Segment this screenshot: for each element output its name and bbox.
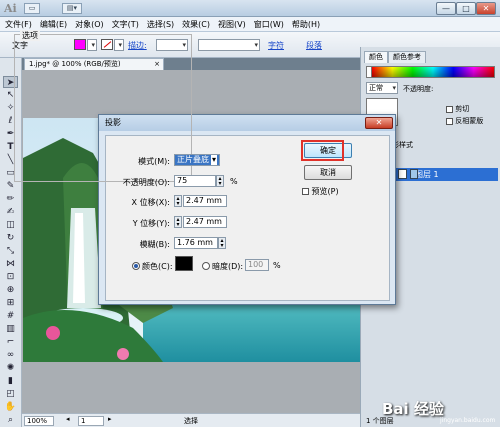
free-transform-tool-icon[interactable]: ⊡ [3, 271, 18, 283]
minimize-button[interactable]: — [436, 2, 456, 15]
title-bar: Ai ▭ ▤▾ — □ ✕ [0, 0, 500, 17]
cancel-button[interactable]: 取消 [304, 165, 352, 180]
preview-checkbox[interactable] [302, 188, 309, 195]
x-offset-label: X 位移(X): [131, 198, 170, 207]
menu-object[interactable]: 对象(O) [71, 17, 108, 32]
zoom-dropdown[interactable]: 100% [24, 416, 54, 426]
next-artboard-icon[interactable]: ▸ [108, 415, 112, 423]
hand-tool-icon[interactable]: ✋ [3, 401, 18, 413]
color-spectrum[interactable] [371, 66, 495, 78]
status-mode[interactable]: 选择 [184, 416, 198, 426]
column-graph-tool-icon[interactable]: ▮ [3, 375, 18, 387]
x-offset-stepper[interactable]: ▴ ▾ [174, 195, 182, 207]
clip-option[interactable]: 剪切 [446, 104, 469, 114]
artboard-number-field[interactable]: 1 [78, 416, 104, 426]
y-offset-label: Y 位移(Y): [132, 219, 170, 228]
paragraph-link[interactable]: 段落 [306, 40, 322, 51]
darkness-unit: % [273, 261, 281, 270]
scale-tool-icon[interactable]: ⤡ [3, 245, 18, 257]
pencil-tool-icon[interactable]: ✏ [3, 193, 18, 205]
transparency-opacity-label: 不透明度: [403, 85, 434, 93]
preview-label: 预览(P) [311, 187, 339, 196]
menu-select[interactable]: 选择(S) [143, 17, 178, 32]
menu-window[interactable]: 窗口(W) [250, 17, 288, 32]
artboard-tool-icon[interactable]: ◰ [3, 388, 18, 400]
blend-tool-icon[interactable]: ∞ [3, 349, 18, 361]
options-group-title: 选项 [20, 30, 40, 41]
eraser-tool-icon[interactable]: ◫ [3, 219, 18, 231]
opacity-input[interactable]: 75 [174, 175, 216, 187]
blur-input[interactable]: 1.76 mm [174, 237, 218, 249]
opacity-stepper[interactable]: ▴ ▾ [216, 175, 224, 187]
y-offset-stepper[interactable]: ▴ ▾ [174, 216, 182, 228]
y-offset-input[interactable]: 2.47 mm [183, 216, 227, 228]
app-logo: Ai [4, 2, 17, 15]
clip-label: 剪切 [455, 105, 470, 113]
baidu-watermark-url: jingyan.baidu.com [440, 417, 496, 424]
blob-brush-tool-icon[interactable]: ✍ [3, 206, 18, 218]
blur-label: 模糊(B): [139, 240, 170, 249]
close-button[interactable]: ✕ [476, 2, 496, 15]
menu-help[interactable]: 帮助(H) [288, 17, 324, 32]
menu-effect[interactable]: 效果(C) [178, 17, 214, 32]
symbol-sprayer-tool-icon[interactable]: ✺ [3, 362, 18, 374]
menu-bar: 文件(F) 编辑(E) 对象(O) 文字(T) 选择(S) 效果(C) 视图(V) 窗口(W)… [0, 17, 500, 32]
mesh-tool-icon[interactable]: # [3, 310, 18, 322]
tab-color-guide[interactable]: 颜色参考 [388, 51, 426, 63]
arrange-documents-icon[interactable]: ▤▾ [62, 3, 82, 14]
color-panel-tabs: 颜色 颜色参考 [364, 51, 426, 63]
maximize-button[interactable]: □ [456, 2, 476, 15]
mode-dropdown[interactable]: 正片叠底 ▾ [174, 154, 220, 166]
character-link[interactable]: 字符 [268, 40, 284, 51]
blur-stepper[interactable]: ▴ ▾ [218, 237, 226, 249]
x-offset-input[interactable]: 2.47 mm [183, 195, 227, 207]
ok-highlight-box [301, 140, 344, 161]
preview-option[interactable]: 预览(P) [302, 186, 339, 197]
blend-mode-dropdown[interactable]: 正常 [366, 82, 398, 94]
invert-mask-option[interactable]: 反相蒙版 [446, 116, 483, 126]
font-family-dropdown[interactable] [198, 39, 260, 51]
bridge-icon[interactable]: ▭ [24, 3, 40, 14]
menu-type[interactable]: 文字(T) [108, 17, 143, 32]
invert-mask-label: 反相蒙版 [455, 117, 484, 125]
status-bar: 100% ◂ 1 ▸ 选择 [22, 413, 360, 427]
mode-label: 模式(M): [138, 157, 170, 166]
menu-view[interactable]: 视图(V) [214, 17, 250, 32]
shadow-color-swatch[interactable] [175, 256, 193, 271]
tab-color[interactable]: 颜色 [364, 51, 388, 63]
gradient-tool-icon[interactable]: ▥ [3, 323, 18, 335]
opacity-unit: % [230, 177, 238, 186]
darkness-label: 暗度(D): [212, 262, 244, 271]
layer-name: 图层 1 [415, 170, 439, 179]
baidu-watermark: Bai 经验 [382, 400, 444, 418]
menu-edit[interactable]: 编辑(E) [36, 17, 71, 32]
prev-artboard-icon[interactable]: ◂ [66, 415, 70, 423]
layer-thumbnail [410, 169, 418, 179]
visibility-eye-icon[interactable] [398, 169, 407, 179]
width-tool-icon[interactable]: ⋈ [3, 258, 18, 270]
rotate-tool-icon[interactable]: ↻ [3, 232, 18, 244]
color-radio[interactable] [132, 262, 140, 270]
zoom-tool-icon[interactable]: ⌕ [3, 414, 18, 426]
opacity-label: 不透明度(O): [122, 178, 170, 187]
darkness-radio[interactable] [202, 262, 210, 270]
mode-value: 正片叠底 [177, 155, 209, 164]
dialog-close-button[interactable]: ✕ [365, 117, 393, 129]
color-label: 颜色(C): [142, 262, 173, 271]
perspective-grid-tool-icon[interactable]: ⊞ [3, 297, 18, 309]
darkness-input[interactable]: 100 [245, 259, 269, 271]
shape-builder-tool-icon[interactable]: ⊕ [3, 284, 18, 296]
eyedropper-tool-icon[interactable]: ⌐ [3, 336, 18, 348]
chevron-down-icon: ▾ [210, 155, 217, 165]
